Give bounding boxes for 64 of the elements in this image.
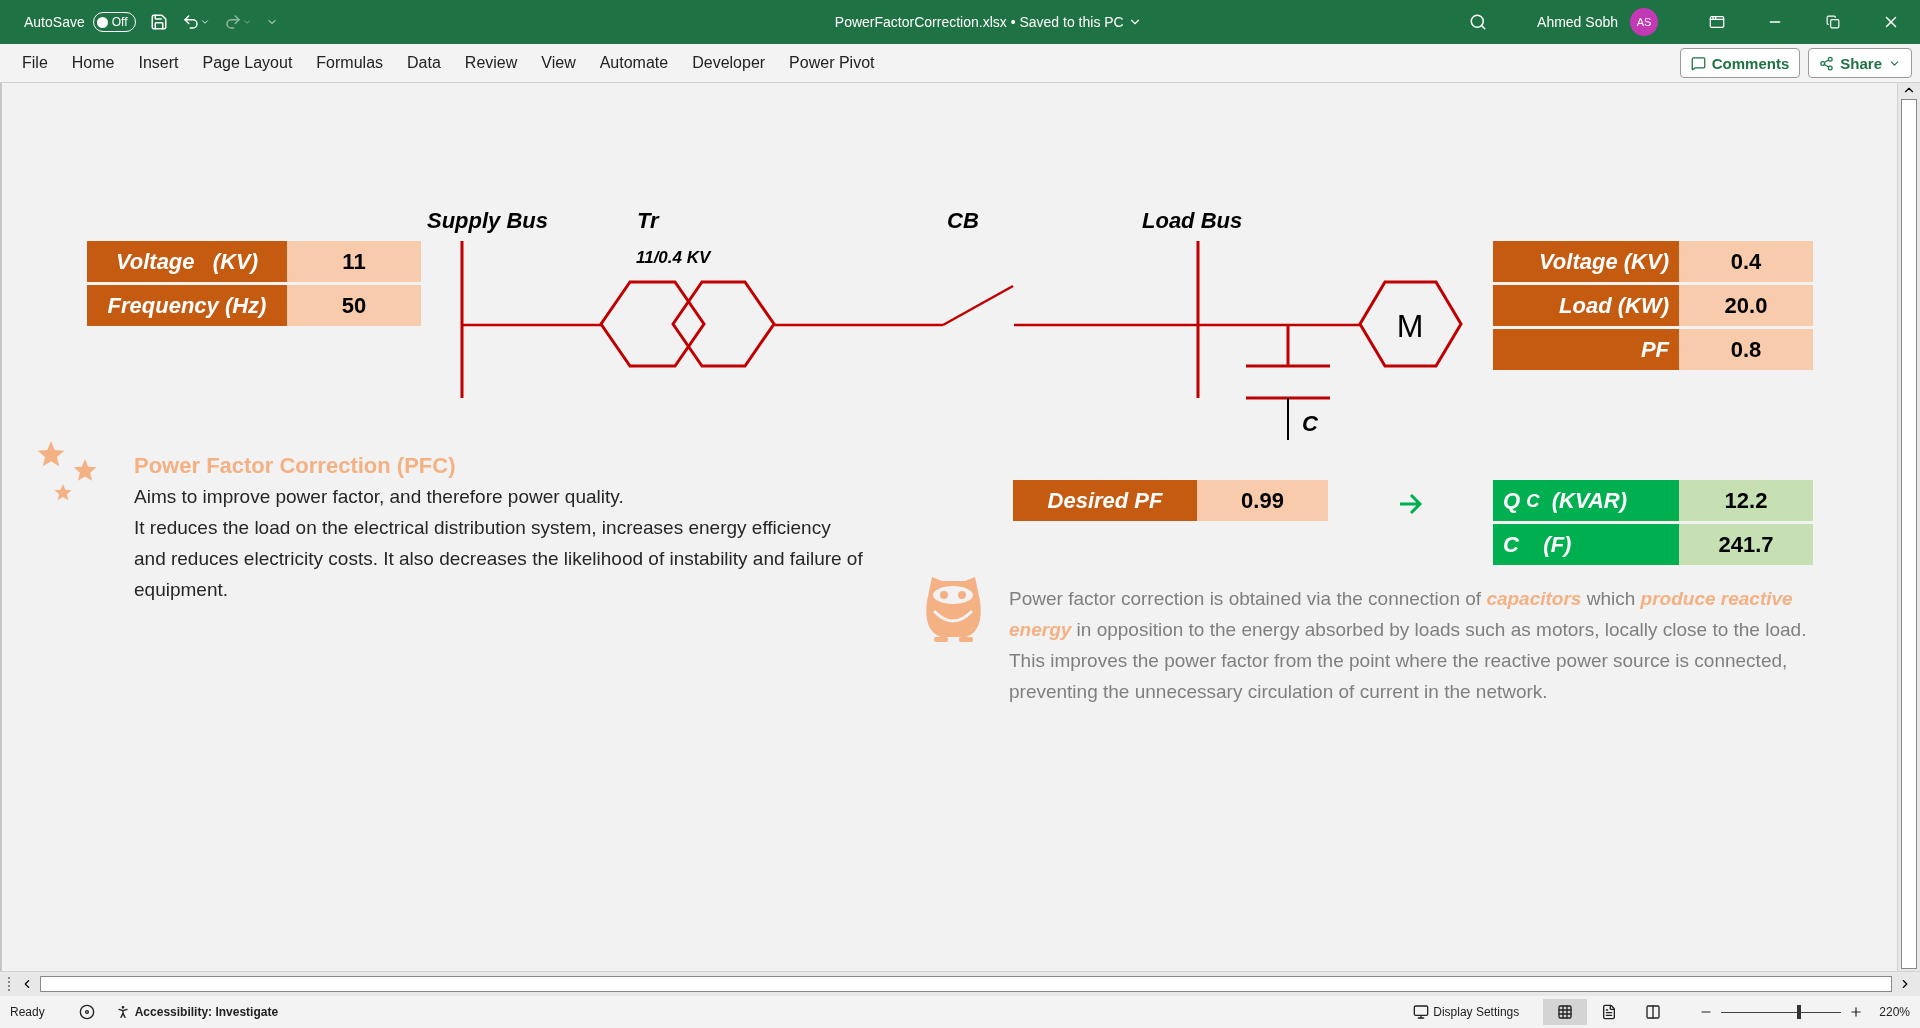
macro-record-icon[interactable] <box>78 1004 95 1020</box>
zoom-slider-thumb[interactable] <box>1797 1005 1802 1019</box>
ribbon-tab[interactable]: Insert <box>126 54 191 72</box>
paragraph: Aims to improve power factor, and therefore power quality. <box>134 485 625 509</box>
table-value-cell: 241.7 <box>1679 524 1813 565</box>
table-value-cell: 12.2 <box>1679 480 1813 521</box>
ribbon-tab[interactable]: Data <box>395 54 453 72</box>
columns-icon[interactable] <box>1645 1004 1662 1020</box>
ribbon-tab[interactable]: Review <box>452 54 530 72</box>
table-label-cell: Load (KW) <box>1493 285 1679 326</box>
arrow-icon <box>1398 493 1424 515</box>
user-avatar[interactable]: AS <box>1630 8 1658 36</box>
redo-icon[interactable] <box>223 13 252 31</box>
search-icon[interactable] <box>1469 13 1488 31</box>
load-bus-label: Load Bus <box>1142 208 1243 233</box>
share-button[interactable]: Share <box>1808 48 1912 78</box>
view-button[interactable] <box>1543 999 1588 1025</box>
table-value-cell: 20.0 <box>1679 285 1813 326</box>
comment-icon[interactable] <box>1690 55 1706 71</box>
document-title[interactable]: PowerFactorCorrection.xlsx • Saved to this PC <box>834 14 1124 30</box>
vertical-scrollbar-thumb[interactable] <box>1901 99 1917 969</box>
breaker-label: CB <box>947 208 979 233</box>
motor-label: M <box>1396 308 1424 344</box>
user-name: Ahmed Sobh <box>1537 14 1618 30</box>
zoom-in-icon[interactable] <box>1849 1005 1864 1019</box>
grid-icon[interactable] <box>1557 1004 1574 1020</box>
transformer-label: Tr <box>637 208 659 233</box>
table-value-cell: 11 <box>287 241 421 282</box>
ribbon-tab[interactable]: Formulas <box>304 54 396 72</box>
capacitor-label: C <box>1302 411 1318 436</box>
table-value-cell: 0.99 <box>1197 480 1328 521</box>
share-icon[interactable] <box>1819 55 1835 71</box>
ribbon-tab[interactable]: Page Layout <box>190 54 305 72</box>
table-label-cell: PF <box>1493 329 1679 370</box>
zoom-percentage[interactable]: 220% <box>1879 1005 1910 1019</box>
ribbon-tab[interactable]: Automate <box>587 54 681 72</box>
table-value-cell: 50 <box>287 285 421 326</box>
table-label-cell: Frequency (Hz) <box>87 285 287 326</box>
save-icon[interactable] <box>149 13 168 31</box>
page-icon[interactable] <box>1601 1004 1618 1020</box>
undo-icon[interactable] <box>181 13 210 31</box>
display-settings-button[interactable]: Display Settings <box>1433 1005 1520 1019</box>
table-label-cell: C (F) <box>1493 524 1679 565</box>
paragraph: It reduces the load on the electrical distribution system, increases energy efficiency and reduces electricity costs. It also decreases the likelihood of instability and failure of equipment. <box>134 516 864 602</box>
ribbon-tab[interactable]: File <box>10 54 60 72</box>
transformer-rating: 11/0.4 KV <box>636 248 711 267</box>
accessibility-status[interactable]: Accessibility: Investigate <box>134 1005 279 1019</box>
supply-bus-label: Supply Bus <box>427 208 548 233</box>
note-paragraph: Power factor correction is obtained via the connection of capacitors which produce reactive energy in opposition to the energy absorbed by loads such as motors, locally close to the load. This improves the power factor from the point where the reactive power source is connected, preventing the unnecessary circulation of current in the network. <box>1009 587 1808 704</box>
table-value-cell: 0.4 <box>1679 241 1813 282</box>
table-value-cell: 0.8 <box>1679 329 1813 370</box>
table-label-cell: Desired PF <box>1013 480 1197 521</box>
table-label-cell: Voltage (KV) <box>1493 241 1679 282</box>
ribbon-tab[interactable]: Developer <box>680 54 778 72</box>
status-text: Ready <box>10 1005 45 1019</box>
horizontal-scrollbar-thumb[interactable] <box>40 976 1892 992</box>
ribbon-tab[interactable]: View <box>529 54 588 72</box>
section-title: Power Factor Correction (PFC) <box>134 452 457 480</box>
table-label-cell: Voltage (KV) <box>87 241 287 282</box>
ribbon-tab[interactable]: Home <box>59 54 127 72</box>
comments-button[interactable]: Comments <box>1679 48 1801 78</box>
ribbon-tab[interactable]: Power Pivot <box>777 54 887 72</box>
monitor-icon[interactable] <box>1413 1004 1430 1020</box>
autosave-label: AutoSave <box>24 14 85 30</box>
